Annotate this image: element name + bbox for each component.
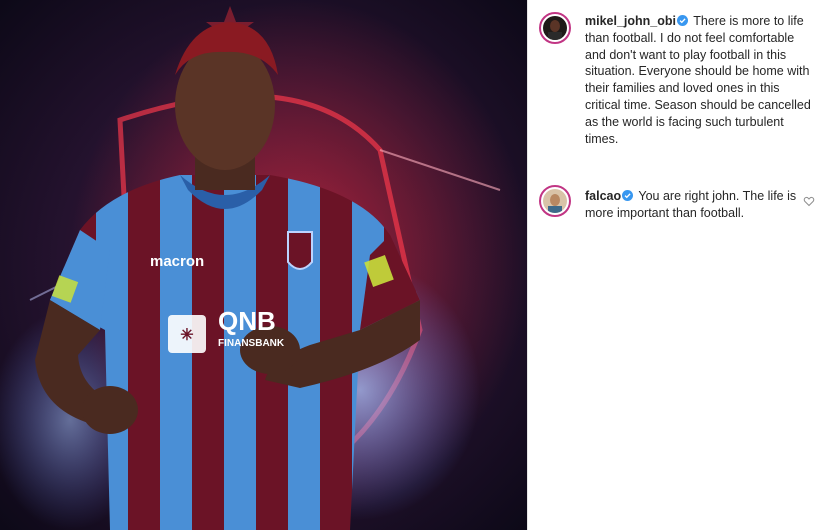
caption-text: There is more to life than football. I d… (585, 14, 811, 146)
verified-badge-icon (622, 190, 634, 201)
avatar-image (543, 16, 567, 40)
verified-badge-icon (677, 15, 688, 26)
player-photo: ✳ QNB FINANSBANK macron (0, 0, 527, 530)
comment-text-block: falcao You are right john. The life is m… (585, 188, 801, 222)
caption-avatar[interactable] (539, 12, 571, 44)
comment-avatar[interactable] (539, 185, 571, 217)
like-heart-icon[interactable] (803, 195, 815, 207)
comments-panel: mikel_john_obi There is more to life tha… (528, 0, 825, 530)
caption-text-block: mikel_john_obi There is more to life tha… (585, 13, 817, 147)
avatar-image (543, 189, 567, 213)
caption-username[interactable]: mikel_john_obi (585, 14, 676, 28)
post-image[interactable]: ✳ QNB FINANSBANK macron (0, 0, 527, 530)
jersey-sponsor-sub-text: FINANSBANK (218, 338, 285, 349)
comment-username[interactable]: falcao (585, 189, 621, 203)
jersey-brand-text: macron (150, 253, 204, 270)
svg-text:✳: ✳ (180, 327, 193, 344)
jersey-sponsor-text: QNB (218, 306, 276, 336)
